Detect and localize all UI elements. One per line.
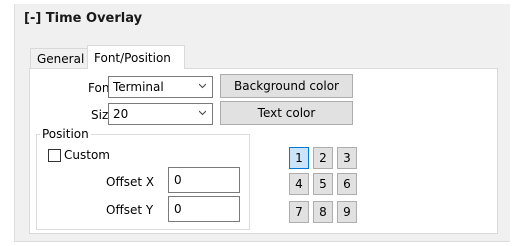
anchor-button-1[interactable]: 1	[289, 147, 309, 169]
anchor-button-8[interactable]: 8	[313, 201, 333, 223]
section-title[interactable]: [-] Time Overlay	[24, 11, 142, 26]
custom-checkbox-label[interactable]: Custom	[64, 148, 110, 162]
chevron-down-icon	[199, 110, 206, 116]
size-select[interactable]: 20	[108, 103, 213, 125]
size-select-value: 20	[113, 107, 129, 121]
position-group-label: Position	[40, 127, 91, 141]
tab-general[interactable]: General	[30, 48, 88, 68]
font-select-value: Terminal	[113, 80, 164, 94]
background-color-button[interactable]: Background color	[220, 74, 353, 98]
anchor-button-3[interactable]: 3	[337, 147, 357, 169]
offset-x-input[interactable]: 0	[168, 167, 240, 193]
anchor-button-9[interactable]: 9	[337, 201, 357, 223]
text-color-button[interactable]: Text color	[220, 101, 353, 125]
anchor-button-6[interactable]: 6	[337, 173, 357, 195]
offset-y-input[interactable]: 0	[168, 196, 240, 222]
offset-y-label: Offset Y	[106, 203, 154, 217]
chevron-down-icon	[199, 83, 206, 89]
font-select[interactable]: Terminal	[108, 76, 213, 98]
tab-font-position[interactable]: Font/Position	[87, 45, 185, 69]
custom-checkbox[interactable]	[48, 149, 61, 162]
anchor-button-5[interactable]: 5	[313, 173, 333, 195]
offset-x-label: Offset X	[106, 175, 155, 189]
anchor-button-2[interactable]: 2	[313, 147, 333, 169]
anchor-button-7[interactable]: 7	[289, 201, 309, 223]
anchor-button-4[interactable]: 4	[289, 173, 309, 195]
